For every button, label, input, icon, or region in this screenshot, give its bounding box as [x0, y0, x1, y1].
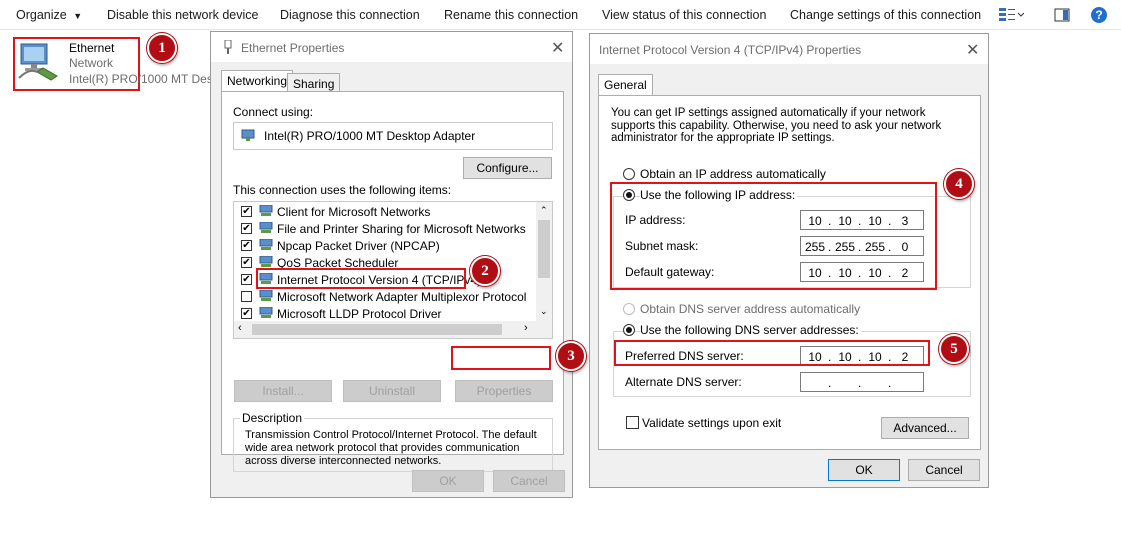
description-label: Description: [240, 411, 305, 425]
item-label: Microsoft Network Adapter Multiplexor Pr…: [277, 290, 527, 304]
organize-menu[interactable]: Organize ▼: [16, 8, 82, 22]
obtain-ip-radio[interactable]: [623, 168, 635, 180]
ethernet-adapter: Intel(R) PRO/1000 MT Deskt: [69, 72, 210, 86]
obtain-ip-label: Obtain an IP address automatically: [640, 167, 826, 181]
ethernet-properties-dialog: Ethernet Properties ✕ Networking Sharing…: [210, 31, 573, 498]
configure-button[interactable]: Configure...: [463, 157, 552, 179]
chevron-down-icon: ▼: [73, 11, 83, 21]
item-checkbox[interactable]: [241, 291, 252, 302]
title-bar: Ethernet Properties ✕: [211, 32, 572, 62]
scroll-down-icon[interactable]: ⌄: [540, 306, 548, 317]
obtain-dns-label: Obtain DNS server address automatically: [640, 302, 861, 316]
disable-device-button[interactable]: Disable this network device: [107, 8, 258, 22]
obtain-dns-radio[interactable]: [623, 303, 635, 315]
properties-highlight: [451, 346, 551, 370]
tab-general[interactable]: General: [598, 74, 653, 96]
description-text: Transmission Control Protocol/Internet P…: [245, 429, 537, 467]
ok-button[interactable]: OK: [412, 470, 484, 492]
step-badge-4: 4: [944, 169, 974, 199]
tab-sharing[interactable]: Sharing: [287, 73, 341, 93]
scroll-up-icon[interactable]: ⌃: [540, 205, 548, 216]
adapter-name: Intel(R) PRO/1000 MT Desktop Adapter: [264, 129, 476, 143]
ip-settings-highlight: [610, 182, 937, 290]
ipv4-ok-button[interactable]: OK: [828, 459, 900, 481]
adapter-box: Intel(R) PRO/1000 MT Desktop Adapter: [233, 122, 553, 150]
item-label: Client for Microsoft Networks: [277, 205, 431, 219]
list-item[interactable]: ✔ Npcap Packet Driver (NPCAP): [234, 237, 534, 254]
network-component-icon: [259, 255, 273, 268]
list-item[interactable]: ✔ File and Printer Sharing for Microsoft …: [234, 220, 534, 237]
validate-checkbox[interactable]: [626, 416, 639, 429]
step-badge-2: 2: [470, 256, 500, 286]
list-item[interactable]: ✔ Microsoft LLDP Protocol Driver: [234, 305, 534, 322]
item-checkbox[interactable]: ✔: [241, 308, 252, 319]
preview-pane-icon[interactable]: [1054, 7, 1070, 23]
scroll-thumb[interactable]: [538, 220, 550, 278]
item-checkbox[interactable]: ✔: [241, 223, 252, 234]
adapter-icon: [241, 129, 255, 143]
ipv4-cancel-button[interactable]: Cancel: [908, 459, 980, 481]
ethernet-name: Ethernet: [69, 41, 115, 55]
scroll-left-icon[interactable]: ‹: [238, 322, 242, 334]
rename-button[interactable]: Rename this connection: [444, 8, 578, 22]
network-component-icon: [259, 289, 273, 302]
item-label: File and Printer Sharing for Microsoft N…: [277, 222, 526, 236]
diagnose-button[interactable]: Diagnose this connection: [280, 8, 420, 22]
item-label: Npcap Packet Driver (NPCAP): [277, 239, 440, 253]
list-item[interactable]: ✔ Client for Microsoft Networks: [234, 203, 534, 220]
view-options-icon[interactable]: [998, 7, 1025, 23]
preferred-dns-highlight: [614, 340, 930, 366]
command-bar: Organize ▼ Disable this network device D…: [0, 0, 1121, 30]
organize-label: Organize: [16, 8, 67, 22]
network-component-icon: [259, 221, 273, 234]
tab-networking[interactable]: Networking: [221, 70, 294, 92]
close-icon[interactable]: ✕: [551, 38, 564, 58]
scroll-right-icon[interactable]: ›: [524, 322, 528, 334]
step-badge-3: 3: [556, 341, 586, 371]
change-settings-button[interactable]: Change settings of this connection: [790, 8, 981, 22]
intro-text: You can get IP settings assigned automat…: [611, 107, 942, 144]
help-icon[interactable]: ?: [1090, 6, 1108, 24]
vertical-scrollbar[interactable]: ⌃ ⌄: [536, 202, 552, 322]
ipv4-highlight: [256, 268, 466, 289]
ipv4-close-icon[interactable]: ✕: [966, 40, 979, 60]
list-item[interactable]: Microsoft Network Adapter Multiplexor Pr…: [234, 288, 534, 305]
install-button[interactable]: Install...: [234, 380, 332, 402]
alternate-dns-label: Alternate DNS server:: [625, 375, 742, 389]
use-dns-radio[interactable]: [623, 324, 635, 336]
view-status-button[interactable]: View status of this connection: [602, 8, 766, 22]
validate-label: Validate settings upon exit: [642, 416, 782, 430]
items-label: This connection uses the following items…: [233, 183, 452, 197]
step-badge-1: 1: [147, 33, 177, 63]
horizontal-scrollbar[interactable]: ‹ ›: [234, 321, 552, 338]
item-checkbox[interactable]: ✔: [241, 274, 252, 285]
network-adapter-icon: [17, 42, 59, 86]
ipv4-title-bar: Internet Protocol Version 4 (TCP/IPv4) P…: [590, 34, 988, 64]
ipv4-dialog-title: Internet Protocol Version 4 (TCP/IPv4) P…: [599, 43, 862, 57]
item-checkbox[interactable]: ✔: [241, 240, 252, 251]
network-plug-icon: [223, 39, 233, 54]
use-dns-label: Use the following DNS server addresses:: [640, 323, 861, 337]
network-component-icon: [259, 306, 273, 319]
item-checkbox[interactable]: ✔: [241, 206, 252, 217]
network-component-icon: [259, 204, 273, 217]
dialog-title: Ethernet Properties: [241, 41, 345, 55]
properties-button[interactable]: Properties: [455, 380, 553, 402]
svg-text:?: ?: [1095, 8, 1102, 22]
item-checkbox[interactable]: ✔: [241, 257, 252, 268]
advanced-button[interactable]: Advanced...: [881, 417, 969, 439]
network-component-icon: [259, 238, 273, 251]
ethernet-status: Network: [69, 56, 114, 70]
step-badge-5: 5: [939, 334, 969, 364]
alternate-dns-field[interactable]: . . .: [800, 372, 924, 392]
item-label: Microsoft LLDP Protocol Driver: [277, 307, 442, 321]
h-scroll-thumb[interactable]: [252, 324, 502, 335]
uninstall-button[interactable]: Uninstall: [343, 380, 441, 402]
connect-using-label: Connect using:: [233, 105, 314, 119]
cancel-button[interactable]: Cancel: [493, 470, 565, 492]
